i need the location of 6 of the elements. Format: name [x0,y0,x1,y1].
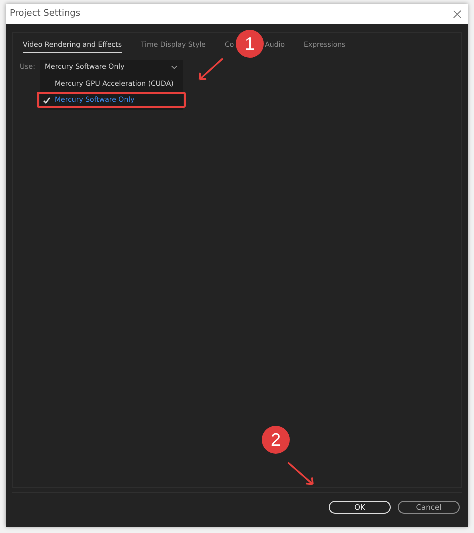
chevron-icon [171,64,178,70]
arrow-icon [196,57,226,83]
window-title: Project Settings [10,9,81,19]
check-icon [43,96,51,104]
close-icon[interactable] [453,10,462,18]
arrow-icon [286,461,316,487]
